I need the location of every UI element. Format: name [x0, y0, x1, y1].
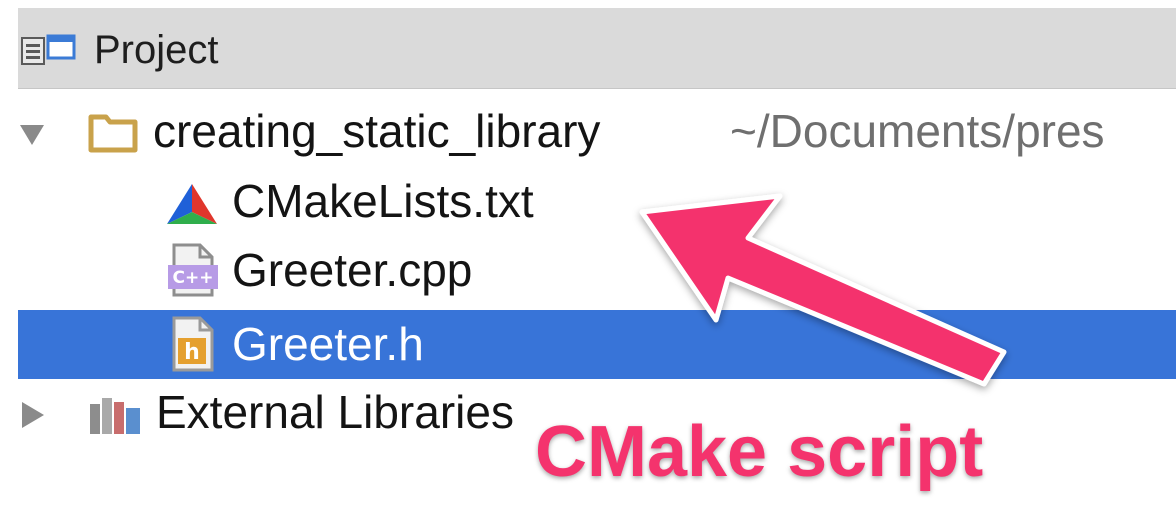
- root-folder-path: ~/Documents/pres: [730, 105, 1105, 157]
- cmake-icon: [167, 184, 217, 224]
- project-window-icon[interactable]: [18, 30, 78, 70]
- expand-arrow-icon[interactable]: [18, 119, 48, 149]
- file-name: Greeter.h: [232, 318, 424, 370]
- file-name: Greeter.cpp: [232, 244, 473, 296]
- tree-row-file[interactable]: C++ Greeter.cpp: [18, 235, 1176, 304]
- header-file-icon: h: [172, 316, 214, 372]
- annotation-label: CMake script: [533, 411, 984, 494]
- tree-row-file-selected[interactable]: h Greeter.h: [18, 310, 1176, 379]
- cpp-file-icon: C++: [168, 243, 218, 297]
- tree-row-file[interactable]: CMakeLists.txt: [18, 166, 1176, 235]
- project-tool-window: Project creating_static_library ~/Docume…: [0, 0, 1176, 517]
- root-folder-name: creating_static_library: [153, 105, 601, 157]
- libraries-icon: [90, 398, 140, 434]
- top-strip: [0, 0, 1176, 8]
- collapse-arrow-icon[interactable]: [18, 400, 48, 430]
- folder-icon: [88, 114, 138, 153]
- svg-text:h: h: [184, 340, 200, 365]
- tree-row-root[interactable]: creating_static_library ~/Documents/pres: [18, 97, 1176, 166]
- svg-text:C++: C++: [173, 268, 214, 288]
- external-libraries-label: External Libraries: [156, 386, 514, 438]
- toolbar-title[interactable]: Project: [94, 26, 219, 74]
- project-toolbar: Project: [18, 8, 1176, 89]
- file-name: CMakeLists.txt: [232, 175, 534, 227]
